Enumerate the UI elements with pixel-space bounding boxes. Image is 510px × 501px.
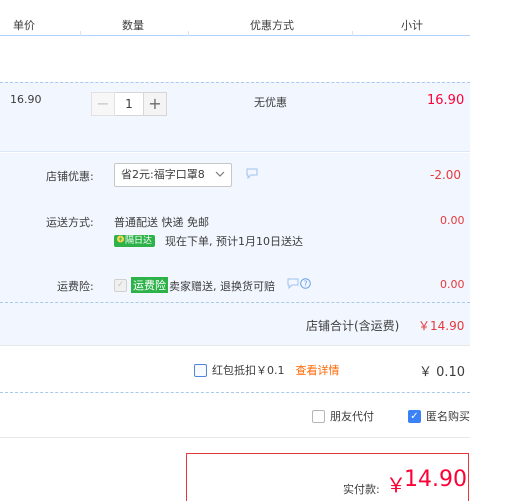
column-quantity: 数量 [122, 19, 144, 32]
shop-total-value: ￥14.90 [418, 319, 465, 333]
redpacket-checkbox[interactable] [194, 363, 207, 377]
anonymous-option[interactable]: ✓ 匿名购买 [408, 408, 470, 424]
quantity-input[interactable]: 1 [115, 92, 143, 116]
chat-icon[interactable] [246, 168, 258, 182]
column-separator [188, 31, 189, 36]
shop-options-block: 店铺优惠: 省2元:福字口罩8 -2.00 运送方式: 普通配送 快递 免邮 隔… [0, 153, 470, 345]
redpacket-value: ￥ 0.10 [419, 365, 466, 380]
divider [0, 392, 470, 393]
increase-quantity-button[interactable]: + [143, 92, 167, 116]
redpacket-label: 红包抵扣￥0.1 [212, 364, 285, 377]
insurance-checkbox: ✓ [114, 279, 127, 292]
chat-icon [287, 278, 299, 292]
shipping-label: 运送方式: [46, 216, 94, 229]
svg-text:?: ? [303, 279, 307, 288]
decrease-quantity-button[interactable]: − [91, 92, 115, 116]
divider [0, 437, 470, 438]
shop-coupon-selected: 省2元:福字口罩8 [121, 168, 205, 181]
insurance-text: 卖家赠送, 退换货可赔 [169, 280, 275, 293]
column-unit-price: 单价 [13, 19, 35, 32]
shop-total-label: 店铺合计(含运费) [306, 319, 400, 333]
shipping-eta: 现在下单, 预计1月10日送达 [165, 235, 304, 248]
payment-label: 实付款: [343, 483, 380, 496]
next-day-badge-text: 隔日达 [125, 236, 153, 246]
column-discount-method: 优惠方式 [250, 19, 294, 32]
cart-item-row: 16.90 − 1 + 无优惠 16.90 [0, 82, 470, 152]
insurance-help-group[interactable]: ? [287, 278, 311, 292]
payment-currency: ￥ [386, 473, 406, 497]
insurance-label: 运费险: [57, 280, 94, 293]
insurance-tag: 运费险 [131, 277, 168, 293]
redpacket-details-link[interactable]: 查看详情 [296, 362, 340, 378]
lightning-icon [117, 235, 124, 247]
shipping-eta-row: 隔日达 现在下单, 预计1月10日送达 [114, 233, 303, 249]
divider [0, 345, 470, 346]
shipping-text: 普通配送 快递 免邮 [114, 216, 209, 229]
table-header: 单价 数量 优惠方式 小计 [0, 0, 470, 36]
divider [0, 82, 470, 83]
insurance-amount: 0.00 [440, 278, 465, 291]
friend-pay-option[interactable]: 朋友代付 [312, 408, 374, 424]
column-separator [80, 31, 81, 36]
anonymous-checkbox[interactable]: ✓ [408, 409, 421, 423]
shop-coupon-amount: -2.00 [430, 168, 462, 182]
shipping-amount: 0.00 [440, 214, 465, 227]
column-separator [352, 31, 353, 36]
redpacket-row: 红包抵扣￥0.1 查看详情 [194, 362, 340, 378]
next-day-badge: 隔日达 [114, 235, 156, 247]
check-icon: ✓ [410, 410, 419, 422]
shop-coupon-select[interactable]: 省2元:福字口罩8 [114, 163, 232, 187]
item-discount: 无优惠 [254, 96, 287, 109]
item-unit-price: 16.90 [10, 93, 42, 106]
divider [0, 302, 470, 303]
item-subtotal: 16.90 [427, 93, 465, 108]
help-icon: ? [300, 278, 311, 292]
shop-coupon-label: 店铺优惠: [46, 170, 94, 183]
quantity-stepper: − 1 + [91, 92, 167, 116]
payment-amount: 14.90 [404, 467, 467, 492]
anonymous-label: 匿名购买 [426, 410, 470, 423]
chevron-down-icon [215, 164, 225, 186]
column-subtotal: 小计 [401, 19, 423, 32]
payment-summary: 实付款: ￥ 14.90 [186, 453, 469, 501]
friend-pay-label: 朋友代付 [330, 410, 374, 423]
friend-pay-checkbox[interactable] [312, 409, 325, 423]
